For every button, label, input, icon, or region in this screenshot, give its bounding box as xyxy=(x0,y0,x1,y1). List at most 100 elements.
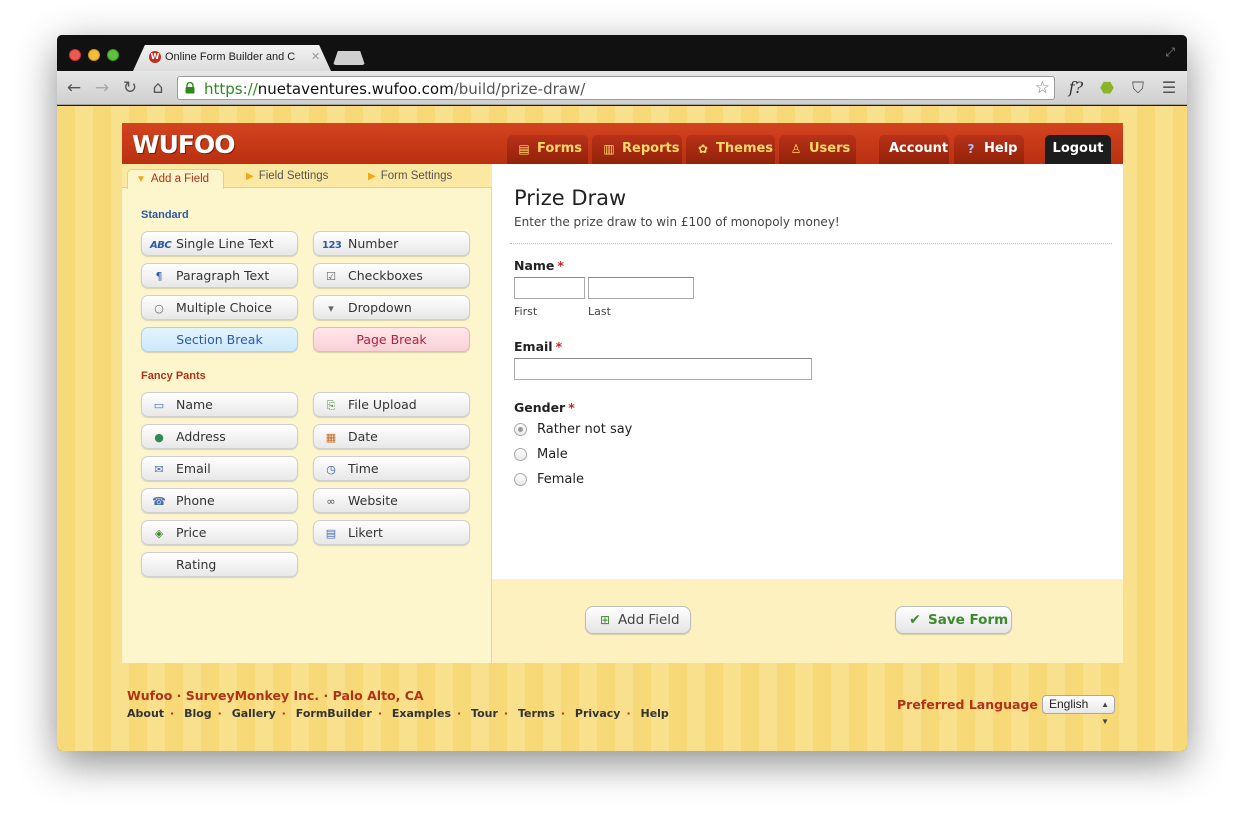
field-price-button[interactable]: ◈ Price xyxy=(141,520,298,545)
users-icon: ♙ xyxy=(790,142,802,156)
tab-label: Form Settings xyxy=(380,170,453,182)
footer-link-examples[interactable]: Examples xyxy=(392,707,451,720)
field-number-button[interactable]: 123 Number xyxy=(313,231,470,256)
field-paragraph-text-button[interactable]: ¶ Paragraph Text xyxy=(141,263,298,288)
field-date-button[interactable]: ▦ Date xyxy=(313,424,470,449)
reports-icon: ▥ xyxy=(603,142,615,156)
gender-radio-male[interactable] xyxy=(514,448,527,461)
field-time-button[interactable]: ◷ Time xyxy=(313,456,470,481)
field-button-label: Paragraph Text xyxy=(176,268,270,283)
nav-tab-account[interactable]: Account xyxy=(879,135,949,164)
nav-tab-logout[interactable]: Logout xyxy=(1045,135,1111,164)
forward-icon[interactable]: → xyxy=(91,77,113,99)
gender-option-label[interactable]: Female xyxy=(537,472,584,487)
gender-field-label[interactable]: Gender * xyxy=(514,400,575,415)
bookmark-star-icon[interactable]: ☆ xyxy=(1035,78,1050,98)
nav-tab-reports[interactable]: ▥ Reports xyxy=(592,135,682,164)
footer-link-privacy[interactable]: Privacy xyxy=(575,707,621,720)
shield-icon[interactable]: ⛉ xyxy=(1127,78,1149,98)
first-name-input[interactable] xyxy=(514,277,585,299)
email-field-label[interactable]: Email * xyxy=(514,339,562,354)
tab-close-icon[interactable]: ✕ xyxy=(311,50,320,63)
nav-tab-users[interactable]: ♙ Users xyxy=(779,135,856,164)
close-window-button[interactable] xyxy=(69,49,81,61)
field-file-upload-button[interactable]: ⎘ File Upload xyxy=(313,392,470,417)
field-button-label: Email xyxy=(176,461,211,476)
field-palette: ▼ Add a Field ▶ Field Settings ▶ Form Setti… xyxy=(122,164,492,663)
field-button-label: Multiple Choice xyxy=(176,300,272,315)
field-name-button[interactable]: ▭ Name xyxy=(141,392,298,417)
form-title[interactable]: Prize Draw xyxy=(514,186,626,210)
font-finder-icon[interactable]: f? xyxy=(1065,78,1087,98)
field-phone-button[interactable]: ☎ Phone xyxy=(141,488,298,513)
browser-tab-active[interactable]: W Online Form Builder and C ✕ xyxy=(133,45,331,71)
checkmark-icon: ✔ xyxy=(909,612,921,628)
field-likert-button[interactable]: ▤ Likert xyxy=(313,520,470,545)
gender-option-label[interactable]: Male xyxy=(537,447,568,462)
wufoo-logo[interactable]: WUFOO xyxy=(132,130,235,159)
url-text: https://nuetaventures.wufoo.com/build/pr… xyxy=(204,80,585,98)
url-scheme: https:// xyxy=(204,80,258,98)
footer-link-help[interactable]: Help xyxy=(640,707,668,720)
tab-form-settings[interactable]: ▶ Form Settings xyxy=(368,170,452,182)
footer-link-terms[interactable]: Terms xyxy=(518,707,555,720)
language-select[interactable]: English ▲ ▼ xyxy=(1042,695,1115,726)
gender-option-label[interactable]: Rather not say xyxy=(537,422,632,437)
footer-link-about[interactable]: About xyxy=(127,707,164,720)
last-name-input[interactable] xyxy=(588,277,694,299)
field-checkboxes-button[interactable]: ☑ Checkboxes xyxy=(313,263,470,288)
nav-tab-themes[interactable]: ✿ Themes xyxy=(686,135,775,164)
field-rating-button[interactable]: Rating xyxy=(141,552,298,577)
zoom-window-button[interactable] xyxy=(107,49,119,61)
form-description[interactable]: Enter the prize draw to win £100 of mono… xyxy=(514,215,840,229)
nav-tab-help[interactable]: ? Help xyxy=(954,135,1024,164)
field-address-button[interactable]: ● Address xyxy=(141,424,298,449)
separator: · xyxy=(377,707,383,720)
footer-link-tour[interactable]: Tour xyxy=(471,707,498,720)
footer-link-blog[interactable]: Blog xyxy=(184,707,212,720)
name-field-label[interactable]: Name * xyxy=(514,258,564,273)
field-email-button[interactable]: ✉ Email xyxy=(141,456,298,481)
tab-add-a-field[interactable]: ▼ Add a Field xyxy=(127,169,225,189)
new-tab-button[interactable] xyxy=(333,51,365,65)
address-bar[interactable]: https://nuetaventures.wufoo.com/build/pr… xyxy=(177,76,1055,100)
field-single-line-text-button[interactable]: ABC Single Line Text xyxy=(141,231,298,256)
android-icon[interactable]: ⬣ xyxy=(1097,78,1117,98)
browser-window: W Online Form Builder and C ✕ ⤢ ← → ↻ ⌂ … xyxy=(57,35,1187,751)
gender-radio-female[interactable] xyxy=(514,473,527,486)
first-sublabel: First xyxy=(514,305,538,318)
field-section-break-button[interactable]: Section Break xyxy=(141,327,298,352)
field-multiple-choice-button[interactable]: ○ Multiple Choice xyxy=(141,295,298,320)
field-page-break-button[interactable]: Page Break xyxy=(313,327,470,352)
email-input[interactable] xyxy=(514,358,812,380)
footer-link-gallery[interactable]: Gallery xyxy=(232,707,276,720)
required-mark: * xyxy=(568,400,575,415)
label-text: Name xyxy=(514,258,555,273)
field-website-button[interactable]: ∞ Website xyxy=(313,488,470,513)
nav-tab-label: Themes xyxy=(716,141,774,156)
standard-section-label: Standard xyxy=(141,209,189,221)
menu-icon[interactable]: ☰ xyxy=(1158,78,1180,98)
link-icon: ∞ xyxy=(326,495,336,508)
calendar-icon: ▦ xyxy=(325,431,337,444)
tab-field-settings[interactable]: ▶ Field Settings xyxy=(246,170,328,182)
minimize-window-button[interactable] xyxy=(88,49,100,61)
reload-icon[interactable]: ↻ xyxy=(119,77,141,99)
gender-radio-rather-not-say[interactable] xyxy=(514,423,527,436)
tab-label: Field Settings xyxy=(258,170,329,182)
fullscreen-icon[interactable]: ⤢ xyxy=(1165,45,1175,60)
tab-title: Online Form Builder and C xyxy=(165,51,296,63)
tab-label: Add a Field xyxy=(150,173,210,185)
nav-tab-label: Reports xyxy=(622,141,680,156)
home-icon[interactable]: ⌂ xyxy=(147,77,169,99)
field-button-label: File Upload xyxy=(348,397,417,412)
forms-icon: ▤ xyxy=(518,142,530,156)
nav-tab-forms[interactable]: ▤ Forms xyxy=(507,135,588,164)
save-form-button[interactable]: ✔ Save Form xyxy=(895,606,1012,634)
button-label: Save Form xyxy=(928,612,1009,628)
field-dropdown-button[interactable]: ▾ Dropdown xyxy=(313,295,470,320)
add-field-button[interactable]: ⊞ Add Field xyxy=(585,606,691,634)
back-icon[interactable]: ← xyxy=(63,77,85,99)
footer-link-formbuilder[interactable]: FormBuilder xyxy=(296,707,372,720)
file-upload-icon: ⎘ xyxy=(326,399,336,412)
